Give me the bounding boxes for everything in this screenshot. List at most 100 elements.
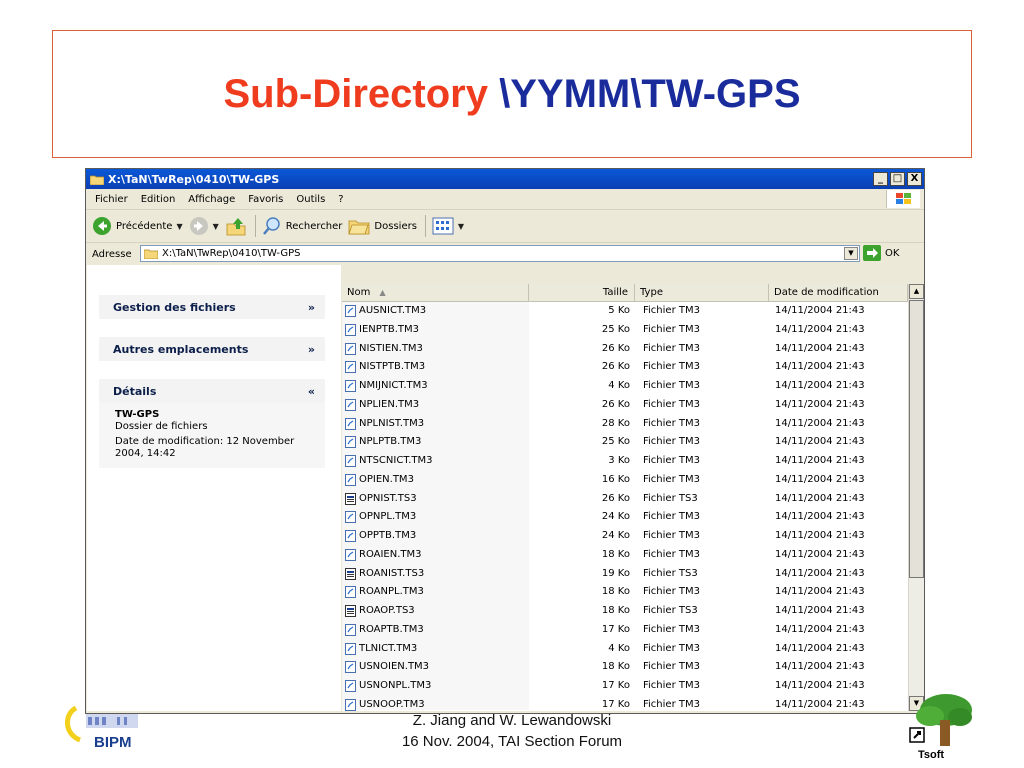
file-row[interactable]: USNOIEN.TM3 18 Ko Fichier TM3 14/11/2004 21… (342, 658, 908, 677)
file-name-cell[interactable]: USNOIEN.TM3 (345, 658, 429, 676)
file-name-cell[interactable]: NISTIEN.TM3 (345, 340, 423, 358)
expand-chevron-icon[interactable]: » (308, 343, 315, 356)
back-button[interactable]: Précédente ▼ (92, 216, 183, 236)
task-section-header[interactable]: Autres emplacements » (99, 337, 325, 361)
file-name-cell[interactable]: OPPTB.TM3 (345, 527, 416, 545)
scroll-up-button[interactable]: ▲ (909, 284, 924, 299)
task-section-title: Détails (113, 384, 157, 398)
minimize-button[interactable]: _ (873, 172, 888, 186)
file-name-cell[interactable]: TLNICT.TM3 (345, 640, 417, 658)
menu-outils[interactable]: Outils (296, 194, 325, 205)
folders-button[interactable]: Dossiers (348, 217, 417, 235)
menu-help[interactable]: ? (338, 194, 343, 205)
column-header-type[interactable]: Type (635, 284, 769, 301)
file-type: Fichier TM3 (643, 548, 700, 560)
forward-arrow-icon (189, 217, 208, 235)
file-row[interactable]: NTSCNICT.TM3 3 Ko Fichier TM3 14/11/2004 21… (342, 452, 908, 471)
file-name-cell[interactable]: USNONPL.TM3 (345, 677, 431, 695)
chevron-down-icon[interactable]: ▼ (458, 222, 464, 231)
file-row[interactable]: NMIJNICT.TM3 4 Ko Fichier TM3 14/11/2004 21… (342, 377, 908, 396)
task-section-file-management[interactable]: Gestion des fichiers » (99, 295, 325, 319)
file-name-cell[interactable]: NPLIEN.TM3 (345, 396, 419, 414)
up-folder-button[interactable] (225, 216, 247, 236)
file-name-cell[interactable]: OPNIST.TS3 (345, 490, 417, 508)
collapse-chevron-icon[interactable]: « (308, 385, 315, 398)
address-field[interactable]: X:\TaN\TwRep\0410\TW-GPS ▼ (140, 245, 860, 262)
file-name-cell[interactable]: IENPTB.TM3 (345, 321, 419, 339)
file-row[interactable]: OPNIST.TS3 26 Ko Fichier TS3 14/11/2004 21:… (342, 490, 908, 509)
file-name-cell[interactable]: OPNPL.TM3 (345, 508, 416, 526)
ts3-icon (345, 492, 359, 505)
bipm-logo: BIPM (62, 700, 152, 760)
file-type: Fichier TM3 (643, 473, 700, 485)
file-row[interactable]: ROAIEN.TM3 18 Ko Fichier TM3 14/11/2004 21:… (342, 546, 908, 565)
views-button[interactable]: ▼ (432, 217, 464, 235)
menu-edition[interactable]: Edition (141, 194, 176, 205)
file-name-cell[interactable]: ROAPTB.TM3 (345, 621, 424, 639)
file-name-cell[interactable]: ROAIEN.TM3 (345, 546, 422, 564)
folder-icon (90, 175, 104, 185)
search-icon (262, 217, 280, 235)
file-name-cell[interactable]: NISTPTB.TM3 (345, 358, 425, 376)
file-row[interactable]: OPNPL.TM3 24 Ko Fichier TM3 14/11/2004 21:4… (342, 508, 908, 527)
address-dropdown-button[interactable]: ▼ (844, 247, 858, 260)
column-header-size[interactable]: Taille (529, 284, 635, 301)
file-row[interactable]: TLNICT.TM3 4 Ko Fichier TM3 14/11/2004 21:4… (342, 640, 908, 659)
file-row[interactable]: OPIEN.TM3 16 Ko Fichier TM3 14/11/2004 21:4… (342, 471, 908, 490)
task-section-header[interactable]: Détails « (99, 379, 325, 403)
file-row[interactable]: ROANPL.TM3 18 Ko Fichier TM3 14/11/2004 21:… (342, 583, 908, 602)
file-row[interactable]: NPLNIST.TM3 28 Ko Fichier TM3 14/11/2004 21… (342, 415, 908, 434)
doc-icon (345, 586, 359, 599)
chevron-down-icon[interactable]: ▼ (213, 222, 219, 231)
menu-fichier[interactable]: Fichier (95, 194, 128, 205)
file-size: 24 Ko (601, 511, 630, 523)
file-name-cell[interactable]: OPIEN.TM3 (345, 471, 414, 489)
go-button[interactable]: OK (863, 245, 899, 261)
task-section-other-places[interactable]: Autres emplacements » (99, 337, 325, 361)
search-button[interactable]: Rechercher (262, 216, 342, 236)
file-row[interactable]: OPPTB.TM3 24 Ko Fichier TM3 14/11/2004 21:4… (342, 527, 908, 546)
doc-icon (345, 342, 359, 355)
file-date: 14/11/2004 21:43 (775, 530, 865, 541)
file-row[interactable]: NPLPTB.TM3 25 Ko Fichier TM3 14/11/2004 21:… (342, 433, 908, 452)
column-header-date[interactable]: Date de modification (769, 284, 908, 301)
menu-favoris[interactable]: Favoris (248, 194, 283, 205)
file-name-cell[interactable]: ROAOP.TS3 (345, 602, 415, 620)
scroll-thumb[interactable] (909, 300, 924, 578)
expand-chevron-icon[interactable]: » (308, 301, 315, 314)
maximize-button[interactable]: □ (890, 172, 905, 186)
file-name-cell[interactable]: ROANIST.TS3 (345, 565, 424, 583)
file-row[interactable]: ROAOP.TS3 18 Ko Fichier TS3 14/11/2004 21:4… (342, 602, 908, 621)
file-row[interactable]: USNONPL.TM3 17 Ko Fichier TM3 14/11/2004 21… (342, 677, 908, 696)
file-name-cell[interactable]: NTSCNICT.TM3 (345, 452, 433, 470)
doc-icon (345, 455, 359, 467)
close-button[interactable]: X (907, 172, 922, 186)
column-header-name[interactable]: Nom ▲ (342, 284, 529, 301)
file-date: 14/11/2004 21:43 (775, 417, 865, 429)
vertical-scrollbar[interactable]: ▲ ▼ (908, 284, 924, 711)
file-type: Fichier TM3 (643, 511, 700, 523)
file-row[interactable]: NPLIEN.TM3 26 Ko Fichier TM3 14/11/2004 21:… (342, 396, 908, 415)
file-type: Fichier TM3 (643, 455, 700, 466)
file-row[interactable]: IENPTB.TM3 25 Ko Fichier TM3 14/11/2004 21:… (342, 321, 908, 340)
file-type: Fichier TM3 (643, 342, 700, 354)
file-name-cell[interactable]: NPLNIST.TM3 (345, 415, 424, 433)
forward-button[interactable]: ▼ (189, 216, 219, 236)
file-name-cell[interactable]: NMIJNICT.TM3 (345, 377, 428, 395)
file-row[interactable]: ROAPTB.TM3 17 Ko Fichier TM3 14/11/2004 21:… (342, 621, 908, 640)
file-name-cell[interactable]: AUSNICT.TM3 (345, 302, 426, 320)
file-name: NTSCNICT.TM3 (359, 455, 433, 466)
file-row[interactable]: NISTPTB.TM3 26 Ko Fichier TM3 14/11/2004 21… (342, 358, 908, 377)
file-date: 14/11/2004 21:43 (775, 305, 865, 316)
file-row[interactable]: ROANIST.TS3 19 Ko Fichier TS3 14/11/2004 21… (342, 565, 908, 584)
menu-affichage[interactable]: Affichage (188, 194, 235, 205)
window-titlebar[interactable]: X:\TaN\TwRep\0410\TW-GPS _ □ X (86, 169, 924, 189)
task-section-header[interactable]: Gestion des fichiers » (99, 295, 325, 319)
file-name: ROAIEN.TM3 (359, 548, 422, 560)
file-row[interactable]: NISTIEN.TM3 26 Ko Fichier TM3 14/11/2004 21… (342, 340, 908, 359)
column-header-label: Nom (347, 287, 371, 298)
chevron-down-icon[interactable]: ▼ (176, 222, 182, 231)
file-name-cell[interactable]: ROANPL.TM3 (345, 583, 424, 601)
file-row[interactable]: AUSNICT.TM3 5 Ko Fichier TM3 14/11/2004 21:… (342, 302, 908, 321)
file-name-cell[interactable]: NPLPTB.TM3 (345, 433, 421, 451)
